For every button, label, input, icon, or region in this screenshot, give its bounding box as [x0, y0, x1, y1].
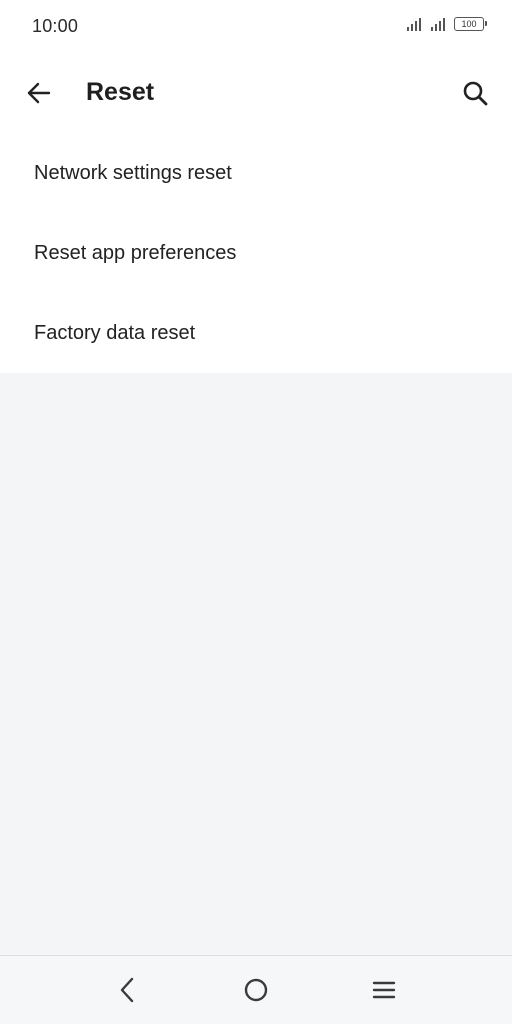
nav-home-icon — [244, 978, 268, 1002]
list-item-reset-app-preferences[interactable]: Reset app preferences — [0, 213, 512, 293]
content-card: 10:00 100 Reset Network settings reset R… — [0, 0, 512, 373]
nav-home-button[interactable] — [234, 968, 278, 1012]
nav-back-button[interactable] — [106, 968, 150, 1012]
back-button[interactable] — [18, 72, 60, 114]
back-arrow-icon — [27, 82, 51, 104]
status-bar: 10:00 100 — [0, 0, 512, 52]
list-item-factory-data-reset[interactable]: Factory data reset — [0, 293, 512, 373]
status-time: 10:00 — [32, 16, 79, 36]
page-title: Reset — [86, 78, 155, 106]
battery-icon: 100 — [454, 17, 487, 31]
navigation-bar — [0, 955, 512, 1024]
search-icon — [463, 81, 488, 106]
app-bar: Reset — [0, 58, 512, 128]
list-item-label: Network settings reset — [34, 161, 232, 184]
reset-options-list: Network settings reset Reset app prefere… — [0, 133, 512, 373]
list-item-label: Factory data reset — [34, 321, 196, 344]
list-item-label: Reset app preferences — [34, 241, 237, 264]
nav-menu-icon — [372, 981, 396, 999]
nav-menu-button[interactable] — [362, 968, 406, 1012]
signal-icon — [431, 18, 445, 31]
status-icons: 100 — [406, 16, 487, 32]
nav-back-icon — [120, 977, 134, 1003]
signal-icon — [407, 18, 421, 31]
search-button[interactable] — [454, 72, 496, 114]
list-item-network-settings-reset[interactable]: Network settings reset — [0, 133, 512, 213]
battery-level: 100 — [461, 18, 477, 29]
